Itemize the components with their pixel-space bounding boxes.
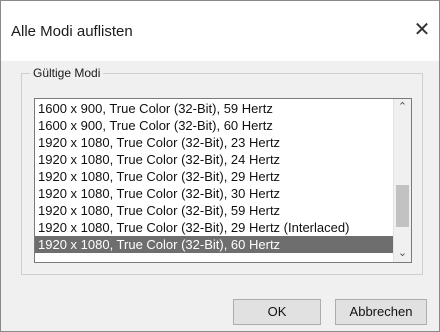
list-item[interactable]: 1920 x 1080, True Color (32-Bit), 23 Her… [35, 134, 393, 151]
list-item-selected[interactable]: 1920 x 1080, True Color (32-Bit), 60 Her… [35, 236, 393, 253]
modes-list: 1600 x 900, True Color (32-Bit), 59 Hert… [35, 100, 393, 253]
title-bar: Alle Modi auflisten ✕ [1, 1, 439, 61]
list-item[interactable]: 1600 x 900, True Color (32-Bit), 59 Hert… [35, 100, 393, 117]
close-icon[interactable]: ✕ [411, 19, 433, 41]
ok-button[interactable]: OK [233, 299, 321, 325]
vertical-scrollbar[interactable]: ⌃ ⌄ [393, 99, 411, 262]
groupbox-label: Gültige Modi [30, 66, 104, 80]
dialog-window: Alle Modi auflisten ✕ Gültige Modi 1600 … [0, 0, 440, 332]
modes-listbox[interactable]: 1600 x 900, True Color (32-Bit), 59 Hert… [34, 98, 412, 263]
modes-groupbox: Gültige Modi 1600 x 900, True Color (32-… [21, 66, 423, 275]
list-item[interactable]: 1920 x 1080, True Color (32-Bit), 29 Her… [35, 219, 393, 236]
cancel-button[interactable]: Abbrechen [335, 299, 427, 325]
chevron-down-icon[interactable]: ⌄ [394, 245, 411, 262]
list-item[interactable]: 1920 x 1080, True Color (32-Bit), 24 Her… [35, 151, 393, 168]
scrollbar-thumb[interactable] [396, 185, 409, 227]
chevron-up-icon[interactable]: ⌃ [394, 99, 411, 116]
list-item[interactable]: 1920 x 1080, True Color (32-Bit), 29 Her… [35, 168, 393, 185]
list-item[interactable]: 1920 x 1080, True Color (32-Bit), 30 Her… [35, 185, 393, 202]
list-item[interactable]: 1920 x 1080, True Color (32-Bit), 59 Her… [35, 202, 393, 219]
dialog-title: Alle Modi auflisten [11, 23, 133, 40]
list-item[interactable]: 1600 x 900, True Color (32-Bit), 60 Hert… [35, 117, 393, 134]
